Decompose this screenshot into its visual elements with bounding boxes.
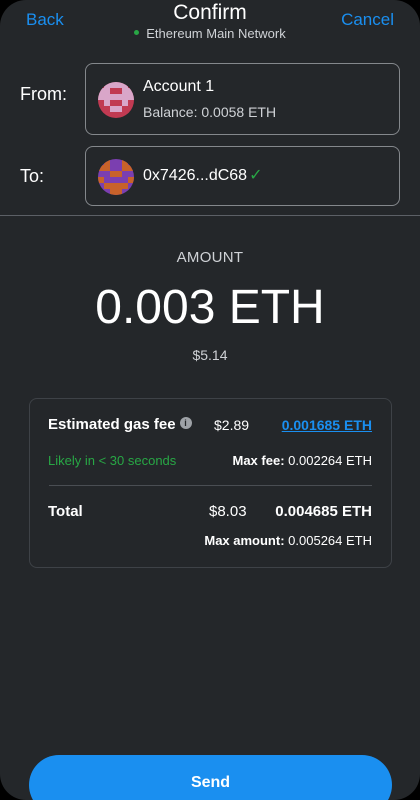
- gas-time-estimate: Likely in < 30 seconds: [48, 453, 177, 468]
- gas-fee-label: Estimated gas fee i: [48, 416, 192, 433]
- gas-fee-label-text: Estimated gas fee: [48, 416, 176, 433]
- cancel-link[interactable]: Cancel: [341, 10, 394, 30]
- to-address: 0x7426...dC68 ✓: [143, 165, 262, 185]
- section-divider: [0, 215, 420, 216]
- network-name: Ethereum Main Network: [146, 26, 286, 41]
- fee-summary-card: Estimated gas fee i $2.89 0.001685 ETH Li…: [29, 398, 392, 568]
- total-fiat: $8.03: [209, 503, 247, 520]
- max-amount-value: 0.005264 ETH: [288, 533, 372, 548]
- max-fee-value: 0.002264 ETH: [288, 453, 372, 468]
- amount-label: AMOUNT: [176, 249, 244, 266]
- from-account-name: Account 1: [143, 78, 215, 95]
- to-label: To:: [20, 166, 45, 186]
- network-status-dot-icon: [134, 30, 140, 36]
- max-fee: Max fee: 0.002264 ETH: [233, 453, 373, 468]
- max-amount: Max amount: 0.005264 ETH: [204, 533, 372, 548]
- to-address-avatar-icon: [98, 159, 134, 195]
- total-label: Total: [48, 503, 83, 520]
- gas-fee-eth-link[interactable]: 0.001685 ETH: [282, 417, 372, 433]
- gas-fee-fiat: $2.89: [214, 417, 250, 433]
- total-eth: 0.004685 ETH: [275, 503, 372, 520]
- send-button[interactable]: Send: [29, 755, 392, 800]
- from-account-balance: Balance: 0.0058 ETH: [143, 104, 277, 120]
- max-fee-label: Max fee:: [232, 453, 285, 468]
- from-account-box[interactable]: Account 1 Balance: 0.0058 ETH: [85, 63, 400, 135]
- from-label: From:: [20, 84, 67, 104]
- info-icon[interactable]: i: [179, 417, 192, 429]
- amount-value: 0.003 ETH: [95, 281, 325, 334]
- card-divider: [49, 485, 372, 486]
- from-account-avatar-icon: [98, 82, 134, 118]
- amount-fiat: $5.14: [192, 347, 228, 363]
- checkmark-icon: ✓: [249, 167, 263, 184]
- confirm-screen: Back Confirm Ethereum Main Network Cance…: [0, 0, 420, 800]
- to-address-text: 0x7426...dC68: [143, 167, 248, 184]
- to-address-box[interactable]: 0x7426...dC68 ✓: [85, 146, 400, 206]
- header: Back Confirm Ethereum Main Network Cance…: [0, 0, 420, 50]
- max-amount-label: Max amount:: [204, 533, 285, 548]
